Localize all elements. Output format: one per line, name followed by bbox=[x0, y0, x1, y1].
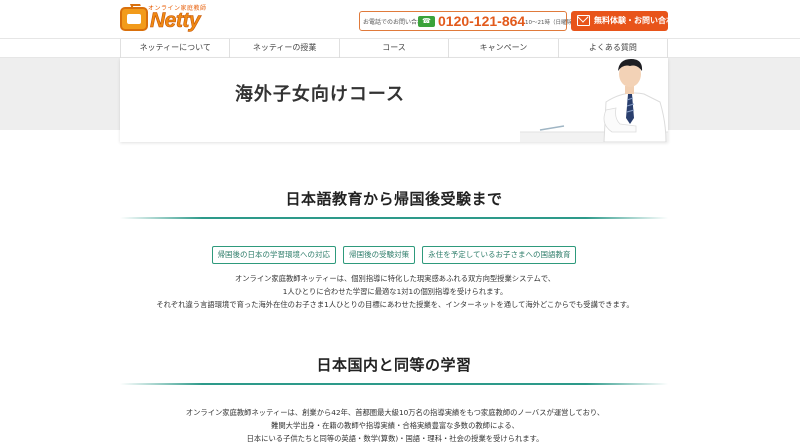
free-trial-contact-button[interactable]: 無料体験・お問い合わせ bbox=[571, 11, 682, 31]
section1-description: オンライン家庭教師ネッティーは、個別指導に特化した現実感あふれる双方向型授業シス… bbox=[100, 272, 690, 311]
mail-icon bbox=[577, 15, 590, 26]
section-title-japanese-education: 日本語教育から帰国後受験まで bbox=[285, 190, 503, 208]
nav-item-faq[interactable]: よくある質問 bbox=[557, 39, 669, 58]
section-divider bbox=[120, 383, 668, 385]
section-divider bbox=[120, 217, 668, 219]
paragraph-line: それぞれ違う言語環境で育った海外在住のお子さま1人ひとりの目標にあわせた授業を、… bbox=[156, 300, 634, 309]
student-photo bbox=[520, 59, 668, 142]
section2-description: オンライン家庭教師ネッティーは、創業から42年、首都圏最大級10万名の指導実績を… bbox=[100, 406, 690, 445]
tag-return-exam-prep[interactable]: 帰国後の受験対策 bbox=[343, 246, 416, 264]
phone-number[interactable]: 0120-121-864 bbox=[438, 13, 525, 29]
paragraph-line: オンライン家庭教師ネッティーは、創業から42年、首都圏最大級10万名の指導実績を… bbox=[185, 408, 605, 417]
global-nav: ネッティーについて ネッティーの授業 コース キャンペーン よくある質問 bbox=[0, 38, 800, 58]
section-title-equivalent-learning: 日本国内と同等の学習 bbox=[316, 356, 472, 374]
hero-card: 海外子女向けコース bbox=[120, 58, 668, 142]
phone-contact[interactable]: お電話でのお問い合わせ ☎ 0120-121-864 10～21時（日曜除く） bbox=[359, 11, 583, 31]
site-header: オンライン家庭教師 Netty お電話でのお問い合わせ ☎ 0120-121-8… bbox=[0, 0, 800, 38]
nav-item-campaign[interactable]: キャンペーン bbox=[448, 39, 557, 58]
nav-item-courses[interactable]: コース bbox=[338, 39, 448, 58]
paragraph-line: 1人ひとりに合わせた学習に最適な1対1の個別指導を受けられます。 bbox=[282, 287, 508, 296]
tag-return-learning-environment[interactable]: 帰国後の日本の学習環境への対応 bbox=[211, 246, 337, 264]
logo-brand: Netty bbox=[150, 9, 201, 33]
feature-tags: 帰国後の日本の学習環境への対応 帰国後の受験対策 永住を予定しているお子さまへの… bbox=[120, 242, 668, 264]
tv-mascot-icon bbox=[120, 4, 148, 31]
nav-item-about[interactable]: ネッティーについて bbox=[120, 39, 229, 58]
page-title: 海外子女向けコース bbox=[234, 84, 406, 105]
nav-item-lessons[interactable]: ネッティーの授業 bbox=[229, 39, 338, 58]
paragraph-line: 日本にいる子供たちと同等の英語・数学(算数)・国語・理科・社会の授業を受けられま… bbox=[246, 434, 544, 443]
cta-label: 無料体験・お問い合わせ bbox=[594, 16, 682, 25]
site-logo[interactable]: オンライン家庭教師 Netty bbox=[118, 3, 228, 35]
paragraph-line: オンライン家庭教師ネッティーは、個別指導に特化した現実感あふれる双方向型授業シス… bbox=[234, 274, 556, 283]
paragraph-line: 難関大学出身・在籍の教師や指導実績・合格実績豊富な多数の教師による、 bbox=[271, 421, 519, 430]
tag-japanese-language-education[interactable]: 永住を予定しているお子さまへの国語教育 bbox=[422, 246, 577, 264]
free-dial-icon: ☎ bbox=[418, 16, 435, 27]
